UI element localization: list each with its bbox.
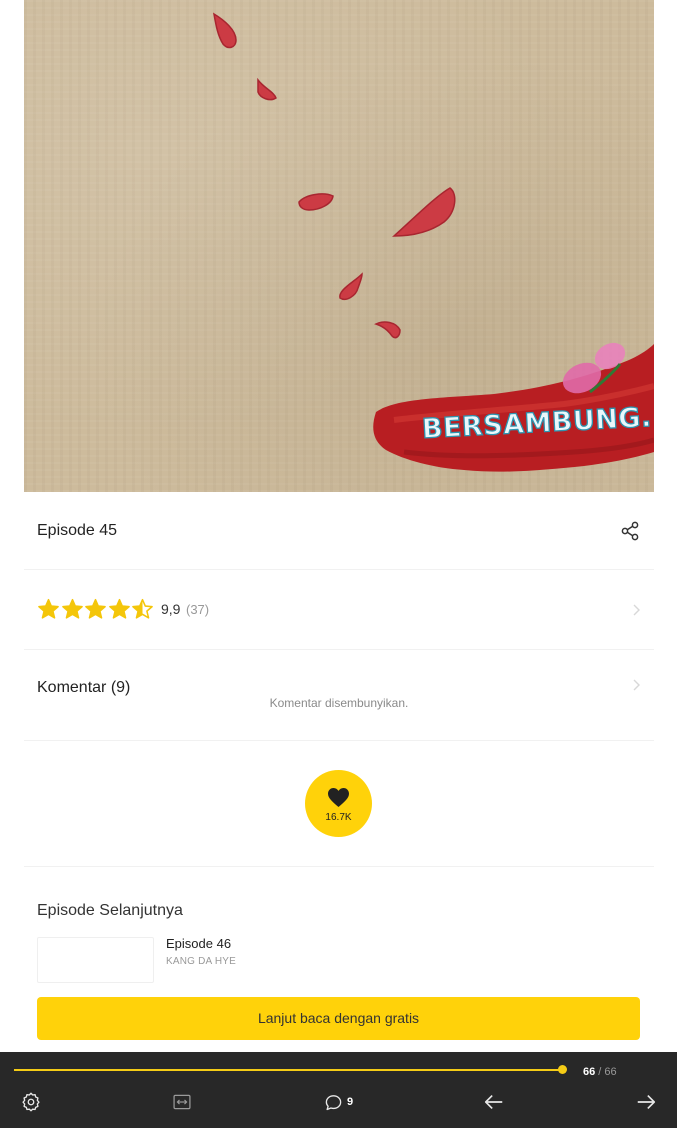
next-episode-thumbnail[interactable] <box>37 937 154 983</box>
fit-width-icon[interactable] <box>172 1092 192 1112</box>
chevron-right-icon <box>633 604 640 616</box>
arrow-right-icon[interactable] <box>635 1091 657 1113</box>
comment-icon <box>325 1094 342 1110</box>
comic-panel-image: BERSAMBUNG... <box>24 0 654 492</box>
comments-hidden-notice: Komentar disembunyikan. <box>269 696 409 710</box>
rating-count: (37) <box>186 602 210 617</box>
rating-value: 9,9 <box>161 601 181 617</box>
like-section: 16.7K <box>24 741 654 867</box>
reader-toolbar: 66 / 66 9 <box>0 1052 677 1128</box>
comments-count: 9 <box>347 1096 354 1108</box>
next-episode-section: Episode Selanjutnya Episode 46 KANG DA H… <box>24 867 654 1052</box>
page-counter: 66 / 66 <box>583 1066 617 1078</box>
chevron-right-icon <box>633 679 640 691</box>
progress-track[interactable] <box>14 1069 563 1071</box>
petal <box>392 187 456 237</box>
current-page: 66 <box>583 1066 596 1078</box>
petal <box>374 321 401 339</box>
like-count: 16.7K <box>325 812 352 823</box>
next-episode-heading: Episode Selanjutnya <box>37 902 183 919</box>
total-pages: 66 <box>604 1066 617 1078</box>
rating-stars <box>37 598 155 622</box>
star-full-icon <box>38 598 59 619</box>
continue-reading-button[interactable]: Lanjut baca dengan gratis <box>37 997 640 1040</box>
star-half-icon <box>132 598 153 619</box>
arrow-left-icon[interactable] <box>483 1091 505 1113</box>
comments-button[interactable]: 9 <box>324 1092 353 1112</box>
comments-row[interactable]: Komentar (9) Komentar disembunyikan. <box>24 650 654 741</box>
heart-icon <box>328 787 349 808</box>
petal <box>298 193 334 211</box>
next-episode-title[interactable]: Episode 46 <box>166 936 231 951</box>
rating-row[interactable]: 9,9 (37) <box>24 570 654 650</box>
episode-header: Episode 45 <box>24 492 654 570</box>
petal <box>257 77 277 101</box>
next-episode-author: KANG DA HYE <box>166 956 236 967</box>
episode-title: Episode 45 <box>37 522 118 539</box>
progress-fill <box>14 1069 563 1071</box>
petal <box>339 272 363 300</box>
star-full-icon <box>85 598 106 619</box>
star-full-icon <box>61 598 83 619</box>
star-full-icon <box>108 598 130 619</box>
like-button[interactable]: 16.7K <box>305 770 372 837</box>
settings-icon[interactable] <box>21 1092 41 1112</box>
comments-title: Komentar (9) <box>37 679 131 696</box>
progress-handle[interactable] <box>558 1065 567 1074</box>
petal <box>212 12 237 49</box>
share-icon[interactable] <box>618 519 642 543</box>
